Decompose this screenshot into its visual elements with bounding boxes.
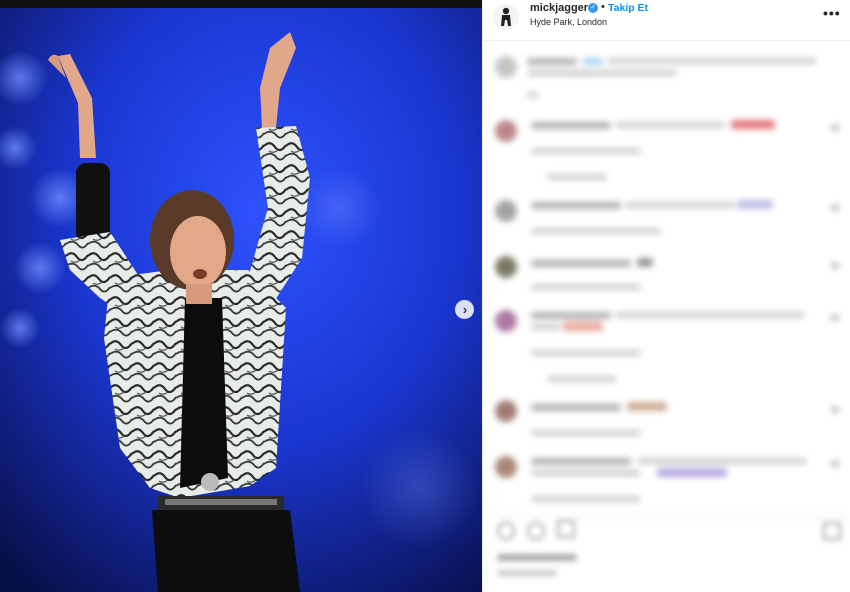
post-photo[interactable]: › (0, 0, 482, 592)
avatar-image (493, 4, 519, 30)
username[interactable]: mickjagger (530, 2, 588, 14)
location-link[interactable]: Hyde Park, London (530, 17, 607, 27)
chevron-right-icon: › (462, 302, 468, 317)
next-photo-button[interactable]: › (455, 300, 474, 319)
follow-button[interactable]: Takip Et (608, 2, 648, 14)
timestamp-blurred (497, 570, 557, 576)
photo-top-bar (0, 0, 482, 8)
separator-dot: • (601, 1, 605, 13)
comments-list-blurred (487, 42, 849, 582)
performer-image (0, 8, 482, 592)
likes-count-blurred (497, 554, 577, 561)
share-icon[interactable] (557, 520, 575, 538)
post-side-panel: mickjagger ✓ • Takip Et Hyde Park, Londo… (482, 0, 850, 592)
post-header: mickjagger ✓ • Takip Et Hyde Park, Londo… (483, 0, 850, 41)
comment-icon[interactable] (527, 522, 545, 540)
action-bar-blurred (487, 516, 849, 586)
save-icon[interactable] (823, 522, 841, 540)
avatar[interactable] (493, 4, 519, 30)
verified-badge-icon: ✓ (588, 3, 598, 13)
more-options-icon[interactable]: ••• (823, 5, 841, 21)
like-icon[interactable] (497, 522, 515, 540)
